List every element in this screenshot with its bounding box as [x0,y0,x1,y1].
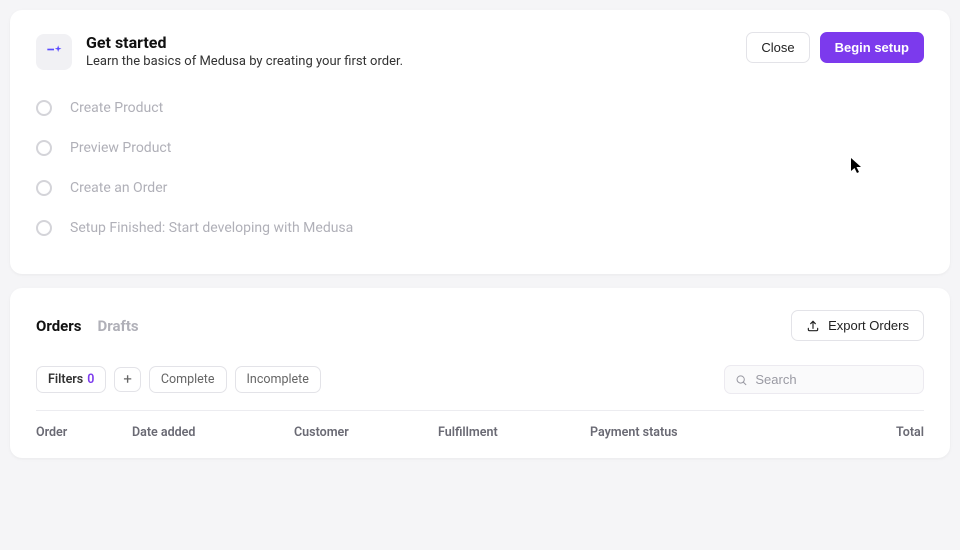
col-fulfillment[interactable]: Fulfillment [438,425,590,440]
filter-incomplete[interactable]: Incomplete [235,366,321,393]
filter-complete[interactable]: Complete [149,366,227,393]
get-started-text: Get started Learn the basics of Medusa b… [86,33,403,69]
get-started-subtitle: Learn the basics of Medusa by creating y… [86,54,403,69]
col-payment[interactable]: Payment status [590,425,844,440]
search-input[interactable] [755,372,913,387]
get-started-card: Get started Learn the basics of Medusa b… [10,10,950,274]
col-date-added[interactable]: Date added [132,425,294,440]
step-status-icon [36,140,52,156]
step-status-icon [36,220,52,236]
tab-orders[interactable]: Orders [36,317,81,335]
col-order[interactable]: Order [36,425,132,440]
step-status-icon [36,100,52,116]
step-label: Create an Order [70,180,167,196]
get-started-header-left: Get started Learn the basics of Medusa b… [36,32,403,70]
step-setup-finished[interactable]: Setup Finished: Start developing with Me… [36,208,924,248]
orders-card: Orders Drafts Export Orders Filters 0 + … [10,288,950,458]
step-create-product[interactable]: Create Product [36,88,924,128]
orders-tabs: Orders Drafts [36,317,139,335]
step-preview-product[interactable]: Preview Product [36,128,924,168]
step-status-icon [36,180,52,196]
plus-icon: + [123,372,132,387]
get-started-title: Get started [86,33,403,52]
step-label: Create Product [70,100,163,116]
add-filter-button[interactable]: + [114,367,141,392]
close-button[interactable]: Close [746,32,809,63]
filters-label: Filters [48,372,83,387]
col-total[interactable]: Total [844,425,924,440]
tab-drafts[interactable]: Drafts [97,317,138,335]
filters-left: Filters 0 + Complete Incomplete [36,366,321,393]
filters-chip[interactable]: Filters 0 [36,366,106,393]
get-started-steps: Create Product Preview Product Create an… [36,88,924,248]
step-label: Setup Finished: Start developing with Me… [70,220,353,236]
export-icon [806,319,820,333]
begin-setup-button[interactable]: Begin setup [820,32,924,63]
search-icon [735,373,747,387]
export-orders-label: Export Orders [828,318,909,333]
search-box[interactable] [724,365,924,394]
get-started-actions: Close Begin setup [746,32,924,63]
orders-table-head: Order Date added Customer Fulfillment Pa… [36,411,924,448]
step-create-order[interactable]: Create an Order [36,168,924,208]
get-started-header: Get started Learn the basics of Medusa b… [36,32,924,70]
export-orders-button[interactable]: Export Orders [791,310,924,341]
filters-count: 0 [87,372,94,387]
orders-table: Order Date added Customer Fulfillment Pa… [36,410,924,448]
step-label: Preview Product [70,140,171,156]
orders-header: Orders Drafts Export Orders [36,310,924,341]
col-customer[interactable]: Customer [294,425,438,440]
sparkle-icon [36,34,72,70]
filters-row: Filters 0 + Complete Incomplete [36,365,924,394]
